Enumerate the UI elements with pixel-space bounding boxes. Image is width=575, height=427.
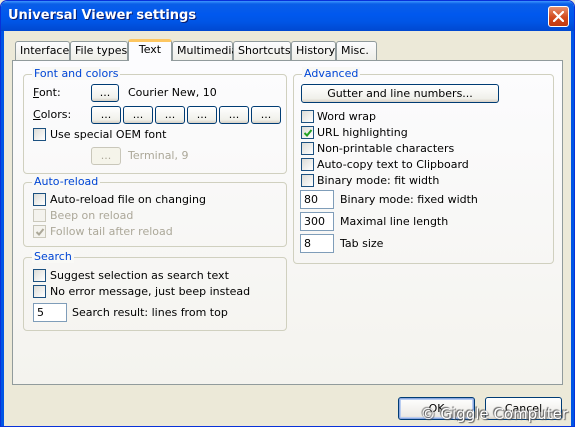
tab-history[interactable]: History bbox=[291, 41, 336, 60]
gutter-line-numbers-button[interactable]: Gutter and line numbers... bbox=[301, 84, 499, 103]
colors-label: Colors: bbox=[33, 108, 72, 121]
url-highlighting-checkbox[interactable] bbox=[301, 126, 314, 139]
tab-interface[interactable]: Interface bbox=[15, 41, 70, 60]
watermark: © Giggle Computer bbox=[420, 405, 568, 423]
non-printable-checkbox[interactable] bbox=[301, 142, 314, 155]
binary-fixed-width-label: Binary mode: fixed width bbox=[340, 193, 478, 206]
max-line-length-label: Maximal line length bbox=[340, 215, 449, 228]
binary-fit-width-checkbox[interactable] bbox=[301, 174, 314, 187]
word-wrap-checkbox[interactable] bbox=[301, 110, 314, 123]
suggest-selection-checkbox[interactable] bbox=[33, 269, 46, 282]
search-lines-input[interactable]: 5 bbox=[33, 303, 67, 322]
advanced-group-title: Advanced bbox=[302, 67, 361, 80]
font-value: Courier New, 10 bbox=[128, 86, 217, 99]
no-error-message-label[interactable]: No error message, just beep instead bbox=[50, 285, 250, 298]
follow-tail-checkbox[interactable] bbox=[33, 225, 46, 238]
suggest-selection-label[interactable]: Suggest selection as search text bbox=[50, 269, 229, 282]
max-line-length-input[interactable]: 300 bbox=[300, 212, 334, 231]
close-icon bbox=[553, 11, 564, 22]
tab-multimedia[interactable]: Multimedia bbox=[172, 41, 238, 60]
text-tab-panel: Font and colors Font: ... Courier New, 1… bbox=[12, 60, 563, 385]
settings-window: Universal Viewer settings Interface File… bbox=[0, 0, 575, 427]
search-lines-label: Search result: lines from top bbox=[72, 306, 228, 319]
autoreload-label[interactable]: Auto-reload file on changing bbox=[50, 193, 206, 206]
auto-copy-checkbox[interactable] bbox=[301, 158, 314, 171]
tab-shortcuts[interactable]: Shortcuts bbox=[233, 41, 291, 60]
url-highlighting-label[interactable]: URL highlighting bbox=[317, 126, 408, 139]
autoreload-group-title: Auto-reload bbox=[32, 175, 101, 188]
oem-font-button[interactable]: ... bbox=[91, 147, 121, 165]
font-label: Font: bbox=[33, 86, 61, 99]
checkmark-icon bbox=[35, 228, 45, 236]
close-button[interactable] bbox=[548, 6, 569, 27]
binary-fixed-width-input[interactable]: 80 bbox=[300, 190, 334, 209]
color-button-6[interactable]: ... bbox=[251, 106, 281, 124]
window-border-right bbox=[571, 31, 574, 426]
autoreload-checkbox[interactable] bbox=[33, 193, 46, 206]
font-picker-button[interactable]: ... bbox=[91, 84, 119, 102]
tab-size-label: Tab size bbox=[340, 237, 384, 250]
color-button-5[interactable]: ... bbox=[219, 106, 249, 124]
follow-tail-label[interactable]: Follow tail after reload bbox=[50, 225, 173, 238]
window-border-left bbox=[1, 31, 4, 426]
tab-text[interactable]: Text bbox=[128, 39, 172, 61]
oem-font-label[interactable]: Use special OEM font bbox=[50, 128, 166, 141]
font-colors-group-title: Font and colors bbox=[32, 67, 121, 80]
tab-misc[interactable]: Misc. bbox=[336, 41, 377, 60]
no-error-message-checkbox[interactable] bbox=[33, 285, 46, 298]
search-group-title: Search bbox=[32, 250, 74, 263]
oem-font-checkbox[interactable] bbox=[33, 128, 46, 141]
color-button-1[interactable]: ... bbox=[91, 106, 121, 124]
color-button-2[interactable]: ... bbox=[123, 106, 153, 124]
beep-reload-checkbox[interactable] bbox=[33, 209, 46, 222]
binary-fit-width-label[interactable]: Binary mode: fit width bbox=[317, 174, 439, 187]
word-wrap-label[interactable]: Word wrap bbox=[317, 110, 376, 123]
color-button-3[interactable]: ... bbox=[155, 106, 185, 124]
window-title: Universal Viewer settings bbox=[8, 8, 197, 23]
tab-size-input[interactable]: 8 bbox=[300, 234, 334, 253]
auto-copy-label[interactable]: Auto-copy text to Clipboard bbox=[317, 158, 469, 171]
checkmark-icon bbox=[303, 129, 313, 137]
color-button-4[interactable]: ... bbox=[187, 106, 217, 124]
beep-reload-label[interactable]: Beep on reload bbox=[50, 209, 133, 222]
oem-font-value: Terminal, 9 bbox=[128, 149, 189, 162]
tab-file-types[interactable]: File types bbox=[70, 41, 128, 60]
non-printable-label[interactable]: Non-printable characters bbox=[317, 142, 454, 155]
title-bar[interactable]: Universal Viewer settings bbox=[1, 1, 574, 31]
